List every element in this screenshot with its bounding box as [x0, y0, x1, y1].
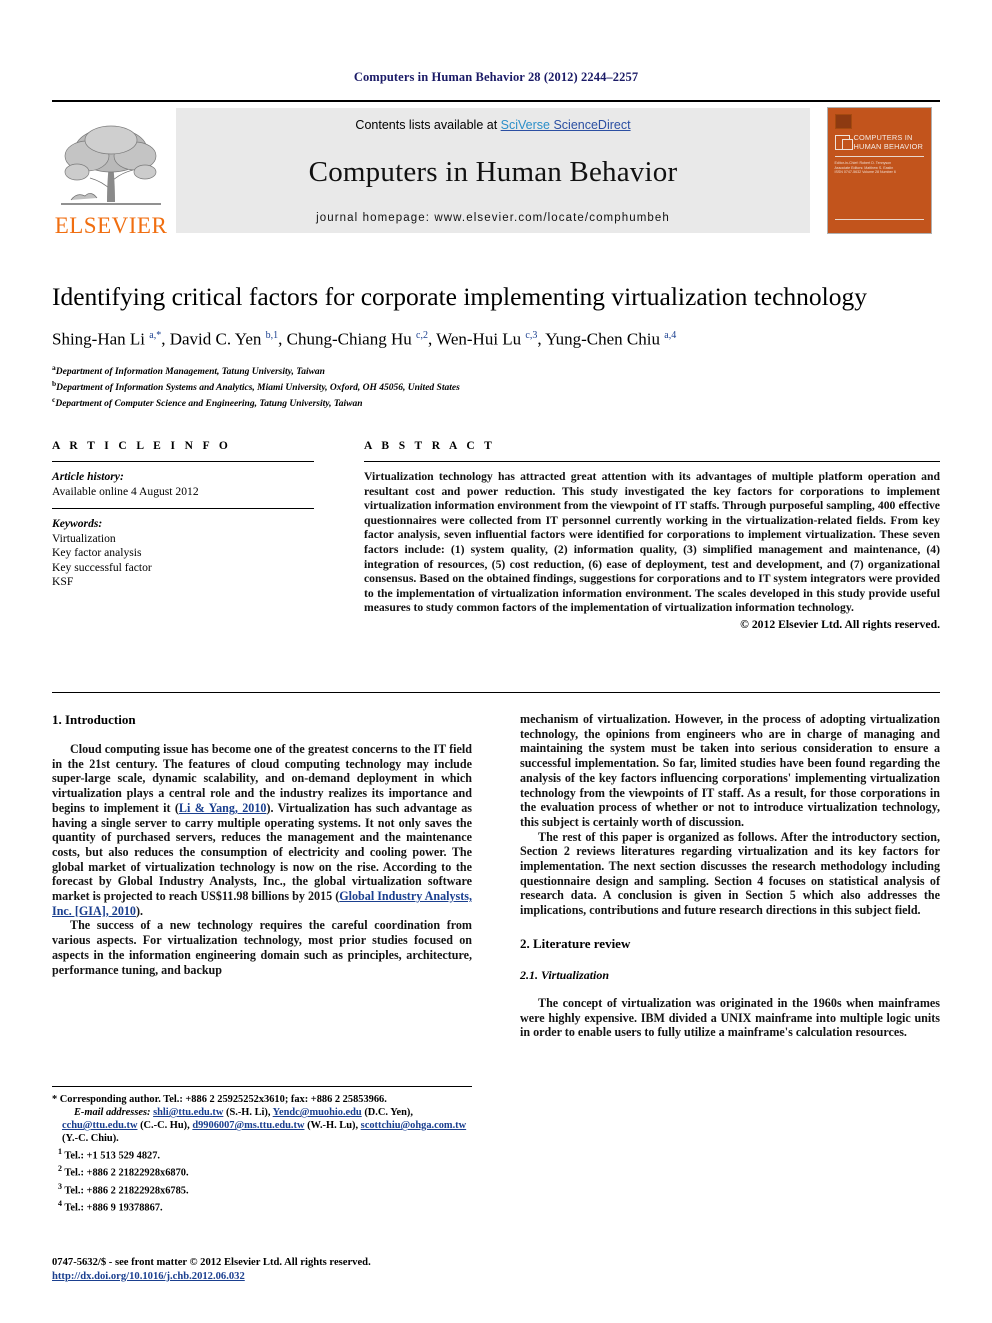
footnote-marker-3: 3	[58, 1181, 62, 1191]
body-column-right: mechanism of virtualization. However, in…	[520, 712, 940, 1040]
cover-mark-icon	[834, 114, 852, 129]
running-head: Computers in Human Behavior 28 (2012) 22…	[353, 70, 639, 84]
footnote-emails: E-mail addresses: shli@ttu.edu.tw (S.-H.…	[52, 1106, 472, 1145]
keyword-item: Key factor analysis	[52, 546, 142, 559]
section-heading-literature-review: 2. Literature review	[520, 935, 631, 951]
sciencedirect-link[interactable]: SciVerse ScienceDirect	[501, 118, 631, 132]
email-name-1: (S.-H. Li),	[223, 1107, 273, 1118]
citation-li-yang-2010[interactable]: Li & Yang, 2010	[179, 801, 267, 815]
journal-title: Computers in Human Behavior	[308, 155, 678, 188]
affiliation-text-a: Department of Information Management, Ta…	[55, 366, 325, 377]
abstract-text: Virtualization technology has attracted …	[364, 470, 940, 615]
journal-cover-thumbnail: COMPUTERS IN HUMAN BEHAVIOR Editor-in-Ch…	[818, 102, 940, 239]
footnote-marker-1: 1	[58, 1147, 62, 1156]
affiliation-b: bDepartment of Information Systems and A…	[52, 378, 940, 394]
article-history-label: Article history:	[52, 470, 124, 483]
keywords-group: Keywords: Virtualization Key factor anal…	[52, 517, 314, 590]
sciverse-label: SciVerse	[500, 118, 550, 132]
affiliation-a: aDepartment of Information Management, T…	[52, 362, 940, 378]
title-block: Identifying critical factors for corpora…	[52, 282, 940, 411]
intro-paragraph-1: Cloud computing issue has become one of …	[52, 742, 472, 918]
elsevier-tree-icon	[61, 125, 161, 205]
article-info-rule-top	[52, 461, 314, 462]
journal-banner: ELSEVIER Contents lists available at Sci…	[52, 100, 940, 239]
footnote-tel-text-2: Tel.: +886 2 21822928x6870.	[64, 1167, 189, 1179]
body-columns: 1. Introduction Cloud computing issue ha…	[52, 712, 940, 1040]
journal-homepage: journal homepage: www.elsevier.com/locat…	[316, 212, 670, 224]
footnote-corresponding-author: * Corresponding author. Tel.: +886 2 259…	[52, 1094, 387, 1105]
elsevier-wordmark: ELSEVIER	[54, 213, 168, 238]
footnote-tel-3: 3 Tel.: +886 2 21822928x6785.	[52, 1180, 472, 1197]
abstract-rule-top	[364, 461, 940, 462]
email-link-2[interactable]: Yendc@muohio.edu	[273, 1107, 362, 1118]
footnote-tel-text-4: Tel.: +886 9 19378867.	[64, 1202, 163, 1214]
section-heading-introduction: 1. Introduction	[52, 712, 136, 727]
body-column-left: 1. Introduction Cloud computing issue ha…	[52, 712, 472, 1040]
cover-windows-icon	[834, 135, 853, 150]
sciencedirect-label: ScienceDirect	[549, 118, 631, 132]
cover-title-line2: HUMAN BEHAVIOR	[853, 141, 924, 151]
footnote-marker-2: 2	[58, 1164, 62, 1174]
affiliation-text-c: Department of Computer Science and Engin…	[55, 399, 363, 410]
footnote-tel-text-3: Tel.: +886 2 21822928x6785.	[64, 1185, 189, 1197]
email-name-5: (Y.-C. Chiu).	[62, 1133, 119, 1144]
footnote-tel-text-1: Tel.: +1 513 529 4827.	[64, 1150, 161, 1162]
email-addresses-label: E-mail addresses:	[74, 1107, 151, 1118]
footnote-tel-4: 4 Tel.: +886 9 19378867.	[52, 1197, 472, 1214]
intro-p1-part-c: ).	[135, 903, 144, 918]
footnote-marker-4: 4	[58, 1199, 62, 1209]
copyright-line: © 2012 Elsevier Ltd. All rights reserved…	[740, 617, 940, 631]
abstract-bottom-rule	[52, 692, 940, 693]
keywords-label: Keywords:	[52, 517, 103, 530]
footnote-tel-2: 2 Tel.: +886 2 21822928x6870.	[52, 1162, 472, 1179]
cover-divider	[834, 156, 924, 158]
footnote-block: * Corresponding author. Tel.: +886 2 259…	[52, 1086, 472, 1215]
article-history-value: Available online 4 August 2012	[52, 484, 199, 498]
intro-paragraph-3: mechanism of virtualization. However, in…	[520, 712, 940, 829]
email-link-5[interactable]: scottchiu@ohga.com.tw	[361, 1120, 466, 1131]
affiliation-text-b: Department of Information Systems and An…	[56, 383, 460, 394]
email-link-4[interactable]: d9906007@ms.ttu.edu.tw	[192, 1120, 304, 1131]
keyword-item: Key successful factor	[52, 560, 152, 574]
article-info-rule-mid	[52, 508, 314, 509]
email-name-3: (C.-C. Hu),	[137, 1120, 193, 1131]
keyword-item: Virtualization	[52, 531, 116, 545]
email-name-4: (W.-H. Lu),	[304, 1120, 361, 1131]
intro-paragraph-2: The success of a new technology requires…	[52, 918, 472, 977]
intro-p1-part-b: ). Virtualization has such advantage as …	[52, 800, 472, 904]
contents-available-line: Contents lists available at SciVerse Sci…	[355, 118, 630, 132]
literature-paragraph-1: The concept of virtualization was origin…	[520, 995, 940, 1040]
paper-page: Computers in Human Behavior 28 (2012) 22…	[0, 0, 992, 1323]
cover-bottom-divider	[834, 219, 924, 220]
journal-banner-center: Contents lists available at SciVerse Sci…	[176, 108, 810, 233]
contents-prefix: Contents lists available at	[355, 118, 501, 132]
footnote-tel-1: 1 Tel.: +1 513 529 4827.	[52, 1145, 472, 1162]
cover-sub-line3: ISSN 0747-5632 Volume 28 Number 6	[834, 170, 896, 175]
page-title: Identifying critical factors for corpora…	[52, 282, 868, 311]
imprint-block: 0747-5632/$ - see front matter © 2012 El…	[52, 1256, 482, 1284]
keyword-item: KSF	[52, 575, 74, 588]
doi-link[interactable]: http://dx.doi.org/10.1016/j.chb.2012.06.…	[52, 1271, 245, 1282]
email-link-3[interactable]: cchu@ttu.edu.tw	[62, 1120, 137, 1131]
abstract-heading: A B S T R A C T	[364, 440, 496, 452]
article-info-abstract-area: A R T I C L E I N F O Article history: A…	[52, 440, 940, 631]
email-link-1[interactable]: shli@ttu.edu.tw	[153, 1107, 223, 1118]
affiliation-c: cDepartment of Computer Science and Engi…	[52, 394, 940, 410]
intro-paragraph-4: The rest of this paper is organized as f…	[520, 829, 940, 918]
subsection-heading-virtualization: 2.1. Virtualization	[520, 967, 610, 982]
article-info-column: A R T I C L E I N F O Article history: A…	[52, 440, 314, 631]
email-name-2: (D.C. Yen),	[361, 1107, 413, 1118]
article-info-heading: A R T I C L E I N F O	[52, 440, 232, 452]
front-matter-line: 0747-5632/$ - see front matter © 2012 El…	[52, 1257, 371, 1268]
affiliation-list: aDepartment of Information Management, T…	[52, 362, 940, 411]
abstract-column: A B S T R A C T Virtualization technolog…	[364, 440, 940, 631]
cover-image: COMPUTERS IN HUMAN BEHAVIOR Editor-in-Ch…	[826, 107, 932, 234]
publisher-logo: ELSEVIER	[52, 102, 170, 239]
article-history-group: Article history: Available online 4 Augu…	[52, 470, 314, 499]
author-list: Shing-Han Li a,*, David C. Yen b,1, Chun…	[52, 329, 677, 349]
